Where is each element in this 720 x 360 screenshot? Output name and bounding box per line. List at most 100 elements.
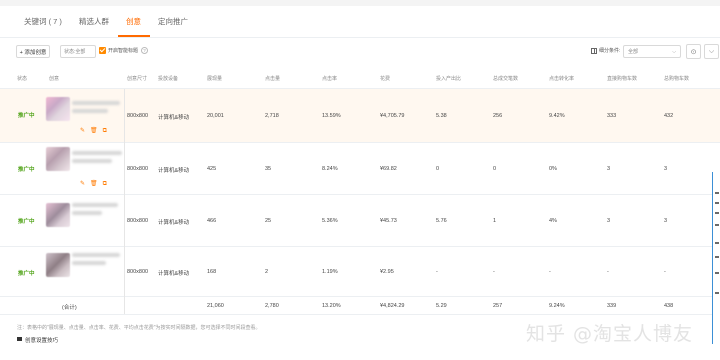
total-cvr: 9.24% (549, 303, 565, 309)
tab-creative[interactable]: 创意 (126, 16, 141, 27)
total-cost: ¥4,824.29 (380, 303, 405, 309)
copy-icon[interactable]: ⧉ (103, 128, 107, 134)
col-roi[interactable]: 投入产出比 (436, 75, 461, 82)
creative-tips-link[interactable]: 创意设置技巧 (25, 336, 58, 344)
device-cell: 计算机&移动 (158, 168, 190, 174)
size-cell: 800x800 (127, 218, 149, 224)
collapse-icon[interactable]: ⌵ (704, 44, 719, 59)
total-label: (合计) (62, 305, 77, 311)
tab-bar: 关键词 ( 7 ) 精选人群 创意 定向推广 (0, 6, 720, 38)
creative-thumbnail[interactable] (46, 147, 70, 171)
col-creative[interactable]: 创意 (49, 75, 59, 82)
creative-thumbnail[interactable] (46, 203, 70, 227)
ctr-cell: 8.24% (322, 166, 338, 172)
edit-icon[interactable]: ✎ (80, 128, 85, 134)
tab-audience[interactable]: 精选人群 (79, 16, 109, 27)
creative-title-blurred (72, 203, 118, 207)
total-total-cart: 438 (664, 303, 674, 309)
status-badge: 推广中 (18, 113, 35, 119)
direct-cart-cell: 333 (607, 113, 617, 119)
ctr-cell: 13.59% (322, 113, 341, 119)
footnote: 注：表格中的"展现量、点击量、点击率、花费、平均点击花费"为按实时间隔数据，您可… (17, 325, 261, 331)
smart-title-label: 开启智能标题 (108, 48, 139, 54)
col-direct-cart[interactable]: 直接购物车数 (607, 75, 637, 82)
direct-cart-cell: 3 (607, 218, 611, 224)
creative-title-blurred (72, 109, 108, 113)
settings-icon[interactable]: ⊙ (686, 44, 701, 59)
side-popup-edge (712, 172, 720, 344)
cvr-cell: - (549, 269, 551, 275)
status-filter-select[interactable]: 状态:全部 (60, 45, 96, 58)
total-cart-cell: 432 (664, 113, 674, 119)
split-condition-icon (591, 48, 597, 54)
col-cost[interactable]: 花费 (380, 75, 390, 82)
clicks-cell: 35 (265, 166, 272, 172)
col-cvr[interactable]: 点击转化率 (549, 75, 574, 82)
roi-cell: 5.76 (436, 218, 447, 224)
delete-icon[interactable]: 🗑 (90, 181, 98, 187)
tab-targeting[interactable]: 定向推广 (158, 16, 188, 27)
size-cell: 800x800 (127, 113, 149, 119)
creative-column-divider (124, 89, 125, 315)
clicks-cell: 25 (265, 218, 272, 224)
size-cell: 800x800 (127, 166, 149, 172)
orders-cell: - (493, 269, 495, 275)
creative-title-blurred (72, 101, 120, 105)
table-row: 推广中 ✎ 🗑 ⧉ 800x800 计算机&移动 425 35 8.24% ¥69.… (0, 143, 720, 195)
smart-title-checkbox[interactable] (99, 47, 106, 54)
col-clicks[interactable]: 点击量 (265, 75, 280, 82)
status-badge: 推广中 (18, 219, 35, 225)
toolbar: + 添加创意 状态:全部 开启智能标题 ? 细分条件: 全部 ⌵ ⊙ ⌵ (0, 44, 720, 60)
active-tab-indicator (118, 35, 150, 37)
creative-title-blurred (72, 151, 122, 155)
cvr-cell: 0% (549, 166, 557, 172)
add-creative-button[interactable]: + 添加创意 (16, 45, 50, 58)
device-cell: 计算机&移动 (158, 271, 190, 277)
col-ctr[interactable]: 点击率 (322, 75, 337, 82)
help-icon[interactable]: ? (141, 46, 148, 54)
roi-cell: - (436, 269, 438, 275)
chevron-down-icon: ⌵ (672, 49, 676, 55)
row-actions: ✎ 🗑 ⧉ (80, 127, 112, 135)
creative-thumbnail[interactable] (46, 253, 70, 277)
edit-icon[interactable]: ✎ (80, 181, 85, 187)
total-row: (合计) 21,060 2,780 13.20% ¥4,824.29 5.29 … (0, 297, 720, 315)
col-total-cart[interactable]: 总购物车数 (664, 75, 689, 82)
direct-cart-cell: 3 (607, 166, 611, 172)
creative-title-blurred (72, 159, 112, 163)
delete-icon[interactable]: 🗑 (90, 128, 98, 134)
col-impressions[interactable]: 展现量 (207, 75, 222, 82)
impressions-cell: 168 (207, 269, 217, 275)
clicks-cell: 2,718 (265, 113, 279, 119)
split-condition-label: 细分条件: (599, 48, 621, 54)
direct-cart-cell: - (607, 269, 609, 275)
cvr-cell: 9.42% (549, 113, 565, 119)
copy-icon[interactable]: ⧉ (103, 181, 107, 187)
roi-cell: 5.38 (436, 113, 447, 119)
col-orders[interactable]: 总成交笔数 (493, 75, 518, 82)
total-cart-cell: 3 (664, 166, 668, 172)
total-cart-cell: 3 (664, 218, 668, 224)
video-icon (17, 337, 22, 341)
status-badge: 推广中 (18, 167, 35, 173)
cost-cell: ¥2.95 (380, 269, 394, 275)
cost-cell: ¥45.73 (380, 218, 397, 224)
clicks-cell: 2 (265, 269, 269, 275)
col-size[interactable]: 创意尺寸 (127, 75, 147, 82)
creative-title-blurred (72, 211, 102, 215)
roi-cell: 0 (436, 166, 440, 172)
device-cell: 计算机&移动 (158, 115, 190, 121)
tab-keywords[interactable]: 关键词 ( 7 ) (24, 16, 62, 27)
total-orders: 257 (493, 303, 503, 309)
col-device[interactable]: 投放设备 (158, 75, 178, 82)
table-header: 状态 创意 创意尺寸 投放设备 展现量 点击量 点击率 花费 投入产出比 总成交… (0, 67, 720, 89)
split-condition-value: 全部 (628, 49, 639, 55)
col-status[interactable]: 状态 (17, 75, 27, 82)
total-impressions: 21,060 (207, 303, 224, 309)
creative-thumbnail[interactable] (46, 97, 70, 121)
ctr-cell: 1.19% (322, 269, 338, 275)
total-roi: 5.29 (436, 303, 447, 309)
cvr-cell: 4% (549, 218, 557, 224)
split-condition-select[interactable]: 全部 ⌵ (623, 45, 681, 58)
orders-cell: 0 (493, 166, 497, 172)
